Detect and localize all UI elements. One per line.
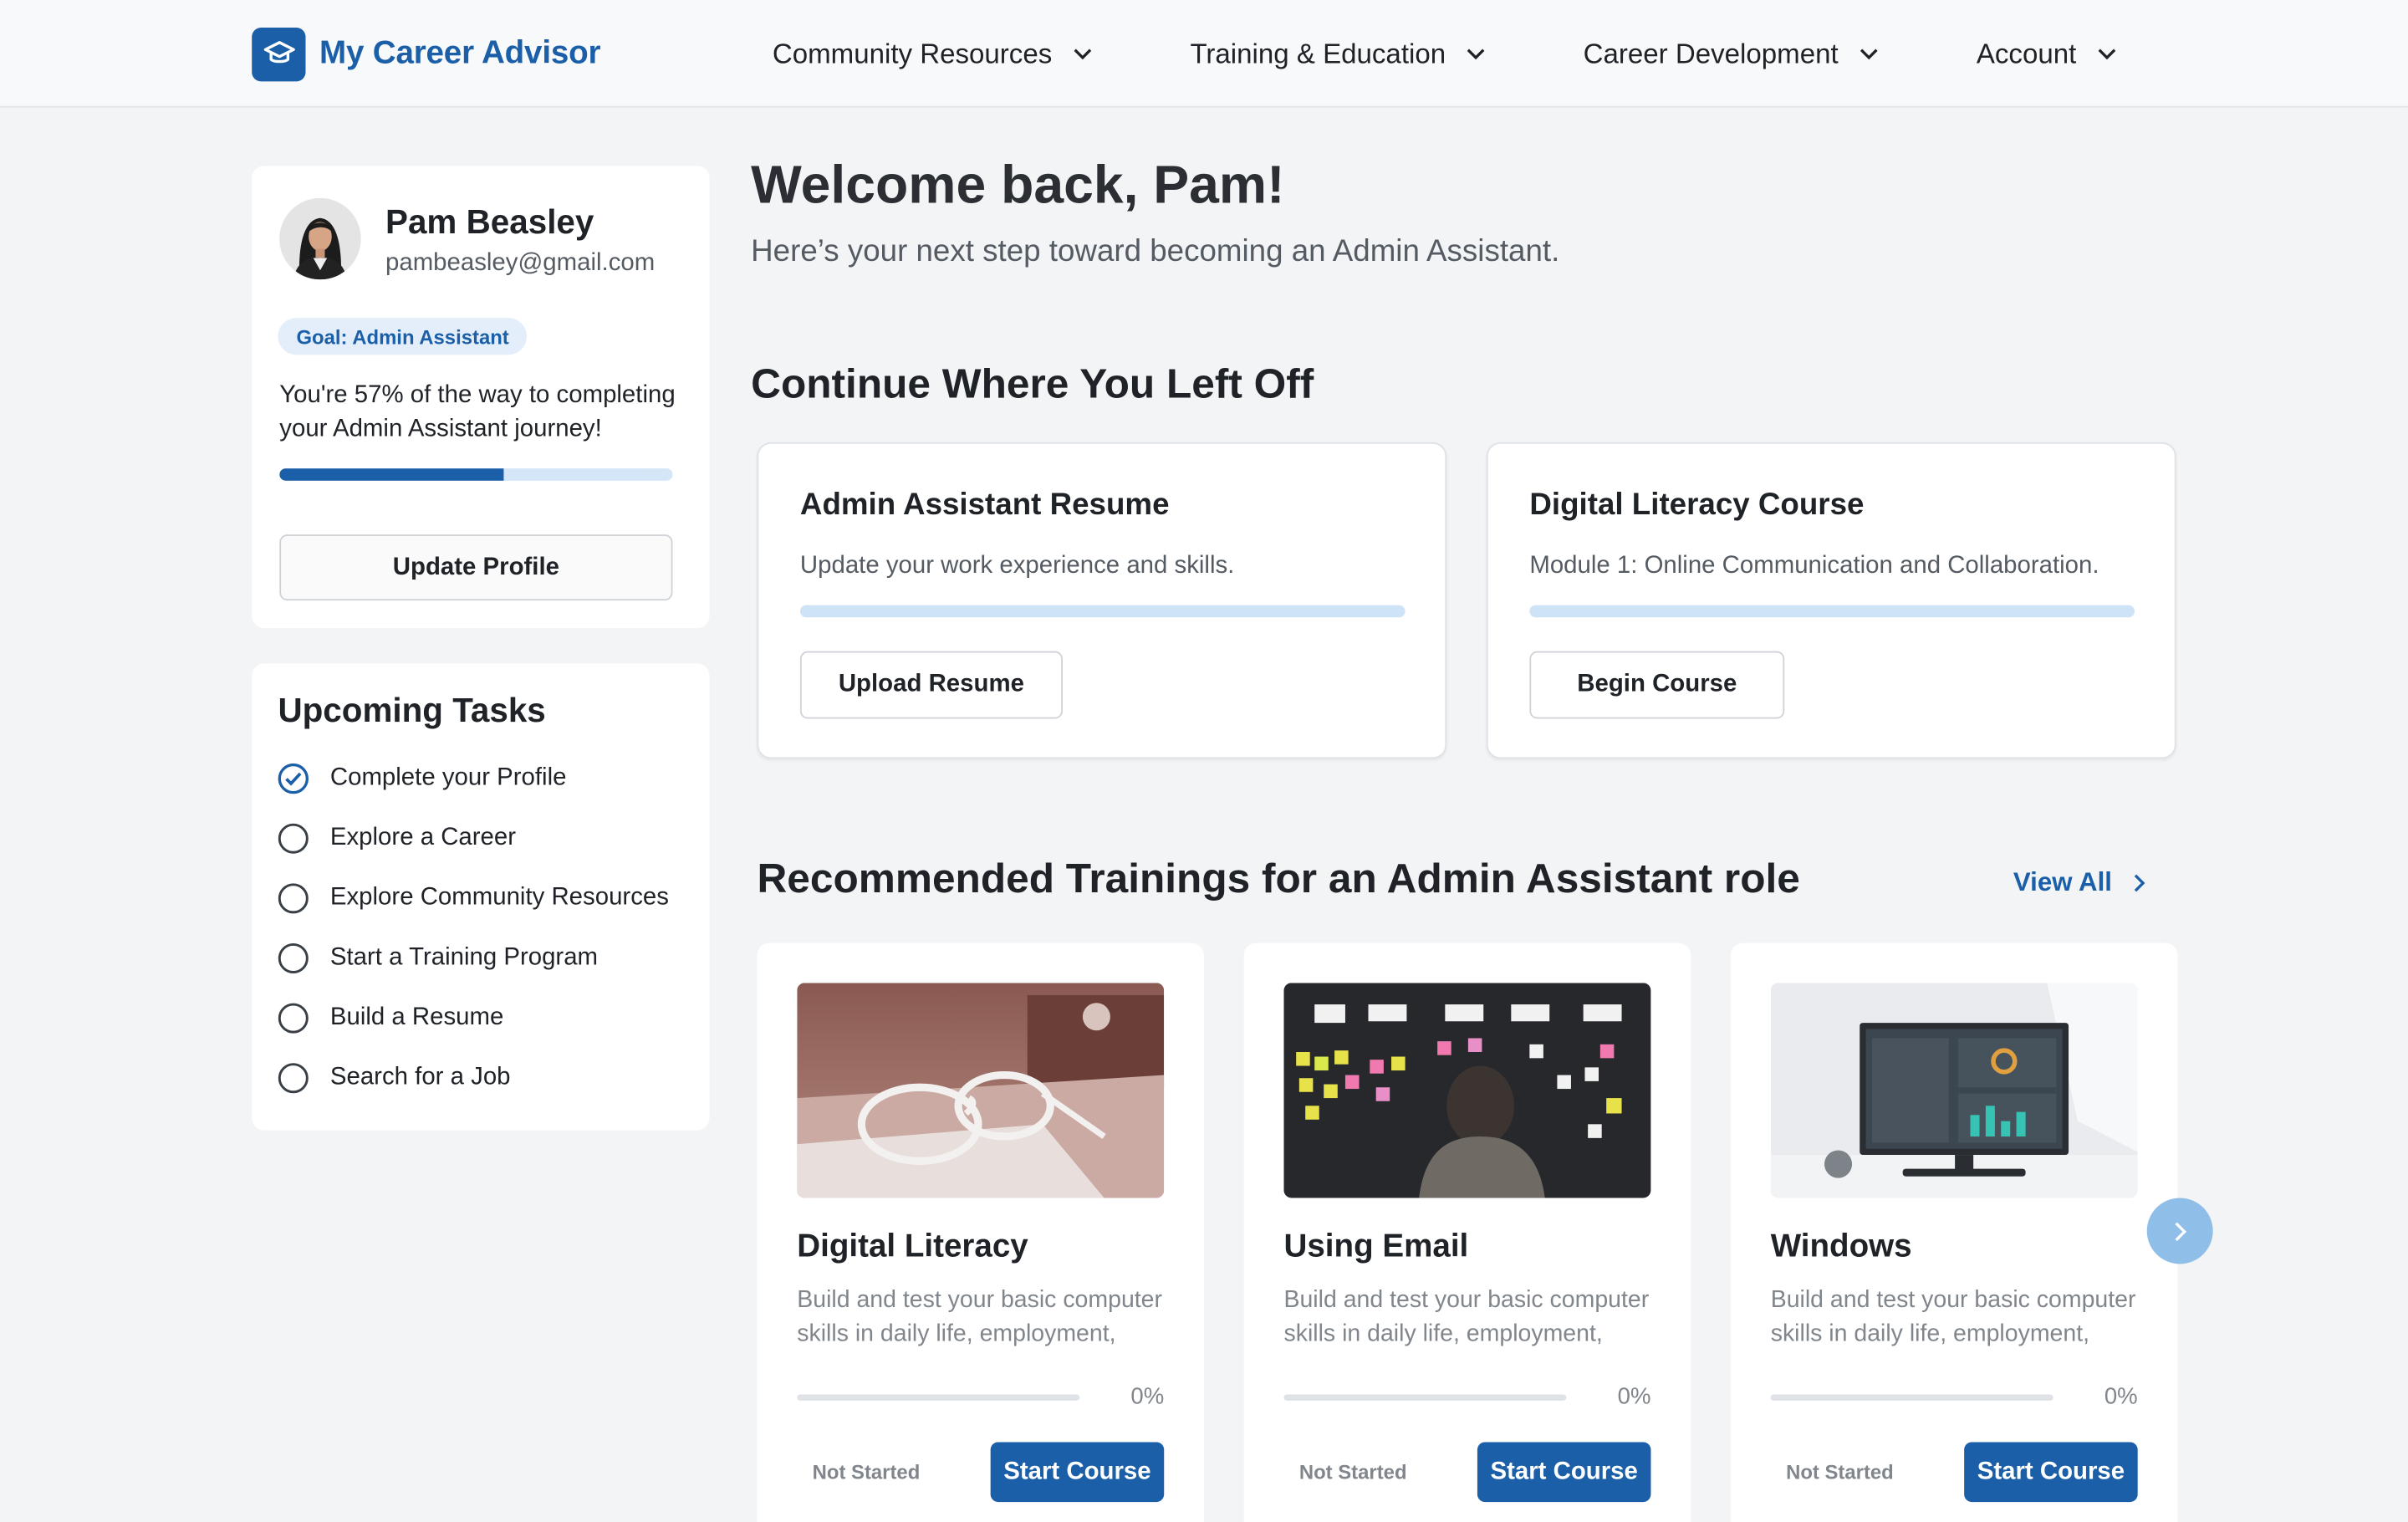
top-navbar: My Career Advisor Community Resources Tr…: [0, 0, 2408, 108]
task-complete-profile[interactable]: Complete your Profile: [278, 762, 566, 795]
nav-account[interactable]: Account: [1977, 33, 2116, 74]
empty-circle-icon: [278, 823, 309, 854]
task-label: Search for a Job: [329, 1064, 511, 1090]
nav-item-label: Training & Education: [1190, 37, 1446, 69]
task-build-resume[interactable]: Build a Resume: [278, 1001, 503, 1034]
training-title: Windows: [1770, 1228, 1912, 1264]
start-course-button[interactable]: Start Course: [990, 1442, 1165, 1503]
avatar: [279, 197, 361, 280]
training-progress-bar: [1770, 1394, 2053, 1401]
training-progress-bar: [797, 1394, 1080, 1401]
brand-logo-link[interactable]: My Career Advisor: [252, 26, 601, 81]
nav-career-development[interactable]: Career Development: [1584, 33, 1879, 74]
training-status: Not Started: [1786, 1460, 1894, 1484]
empty-circle-icon: [278, 1003, 309, 1034]
graduation-cap-icon: [252, 27, 306, 81]
training-description: Build and test your basic computer skill…: [1770, 1286, 2136, 1347]
nav-community-resources[interactable]: Community Resources: [773, 33, 1092, 74]
training-status: Not Started: [1298, 1460, 1407, 1484]
sunglasses-on-laptop-photo: [797, 983, 1165, 1198]
journey-progress-text: You're 57% of the way to completing your…: [279, 382, 676, 442]
task-search-job[interactable]: Search for a Job: [278, 1061, 511, 1095]
journey-progress-fill: [279, 468, 504, 481]
profile-name: Pam Beasley: [385, 202, 594, 242]
upcoming-tasks-title: Upcoming Tasks: [278, 691, 546, 730]
welcome-subtitle: Here’s your next step toward becoming an…: [751, 234, 1560, 269]
task-label: Build a Resume: [329, 1004, 504, 1031]
chevron-right-icon: [2134, 874, 2146, 892]
nav-training-education[interactable]: Training & Education: [1190, 33, 1486, 74]
start-course-button[interactable]: Start Course: [1477, 1442, 1651, 1503]
view-all-link[interactable]: View All: [2013, 865, 2145, 901]
begin-course-button[interactable]: Begin Course: [1529, 651, 1785, 719]
continue-card-progress-bar: [799, 605, 1406, 618]
training-description: Build and test your basic computer skill…: [797, 1286, 1163, 1347]
training-progress-percent: 0%: [2104, 1383, 2138, 1410]
update-profile-button[interactable]: Update Profile: [279, 534, 673, 601]
task-label: Explore a Career: [329, 825, 517, 851]
task-label: Complete your Profile: [329, 764, 567, 791]
upcoming-tasks-card: Upcoming Tasks Complete your Profile Exp…: [252, 663, 710, 1131]
training-card-windows[interactable]: Windows Build and test your basic comput…: [1730, 942, 2178, 1522]
empty-circle-icon: [278, 942, 309, 974]
view-all-label: View All: [2013, 867, 2112, 897]
chevron-down-icon: [1860, 48, 1878, 60]
continue-card-title: Digital Literacy Course: [1529, 488, 1865, 523]
continue-card-resume: Admin Assistant Resume Update your work …: [757, 442, 1447, 759]
goal-badge: Goal: Admin Assistant: [278, 318, 528, 355]
chevron-down-icon: [1467, 48, 1486, 60]
desktop-monitor-photo: [1770, 983, 2138, 1198]
training-status: Not Started: [812, 1460, 921, 1484]
task-label: Start a Training Program: [329, 944, 599, 971]
recommended-section-title: Recommended Trainings for an Admin Assis…: [757, 855, 1800, 902]
task-label: Explore Community Resources: [329, 884, 669, 912]
continue-card-title: Admin Assistant Resume: [799, 488, 1170, 523]
training-title: Digital Literacy: [797, 1228, 1028, 1264]
carousel-next-button[interactable]: [2146, 1198, 2213, 1264]
chevron-down-icon: [2098, 48, 2116, 60]
empty-circle-icon: [278, 1063, 309, 1094]
nav-item-label: Community Resources: [772, 37, 1053, 69]
profile-email: pambeasley@gmail.com: [385, 250, 656, 277]
task-explore-career[interactable]: Explore a Career: [278, 822, 516, 855]
training-card-using-email[interactable]: Using Email Build and test your basic co…: [1243, 942, 1691, 1522]
continue-card-description: Module 1: Online Communication and Colla…: [1529, 553, 2099, 580]
continue-card-description: Update your work experience and skills.: [799, 553, 1235, 580]
training-title: Using Email: [1283, 1228, 1469, 1264]
start-course-button[interactable]: Start Course: [1964, 1442, 2138, 1503]
check-circle-icon: [278, 763, 309, 794]
chevron-down-icon: [1074, 48, 1092, 60]
journey-progress-bar: [279, 468, 673, 481]
app-name: My Career Advisor: [319, 35, 601, 71]
nav-item-label: Career Development: [1583, 37, 1839, 69]
task-start-training[interactable]: Start a Training Program: [278, 942, 598, 975]
empty-circle-icon: [278, 883, 309, 914]
upload-resume-button[interactable]: Upload Resume: [799, 651, 1063, 719]
training-progress-bar: [1283, 1394, 1567, 1401]
training-progress-percent: 0%: [1130, 1383, 1165, 1410]
profile-card: Pam Beasley pambeasley@gmail.com Goal: A…: [252, 166, 710, 629]
continue-card-progress-bar: [1529, 605, 2135, 618]
sticky-note-board-photo: [1283, 983, 1651, 1198]
nav-item-label: Account: [1976, 37, 2077, 69]
welcome-heading: Welcome back, Pam!: [751, 155, 1285, 216]
training-description: Build and test your basic computer skill…: [1283, 1286, 1650, 1347]
task-explore-community-resources[interactable]: Explore Community Resources: [278, 881, 669, 915]
continue-card-digital-literacy: Digital Literacy Course Module 1: Online…: [1486, 442, 2176, 759]
chevron-right-icon: [2172, 1220, 2187, 1242]
training-card-digital-literacy[interactable]: Digital Literacy Build and test your bas…: [757, 942, 1204, 1522]
training-progress-percent: 0%: [1617, 1383, 1651, 1410]
continue-section-title: Continue Where You Left Off: [751, 360, 1314, 407]
